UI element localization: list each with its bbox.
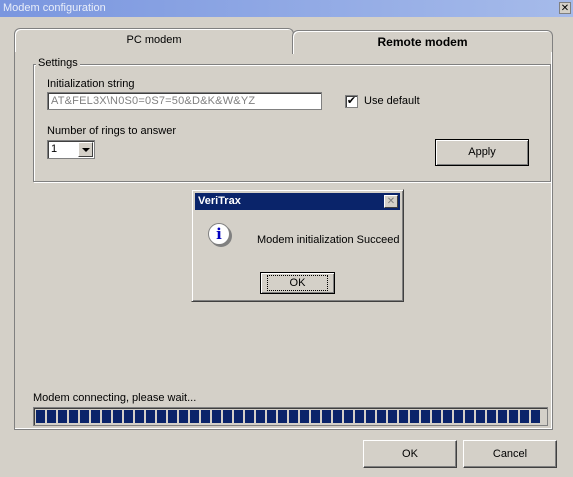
progress-block (102, 410, 111, 423)
dialog-message: Modem initialization Succeed (257, 234, 400, 246)
progress-block (135, 410, 144, 423)
progress-block (179, 410, 188, 423)
close-icon[interactable]: ✕ (559, 2, 571, 14)
progress-block (300, 410, 309, 423)
progress-block (487, 410, 496, 423)
progress-block (245, 410, 254, 423)
progress-block (157, 410, 166, 423)
progress-block (311, 410, 320, 423)
dialog-ok-button[interactable]: OK (260, 272, 335, 294)
use-default-label[interactable]: Use default (364, 95, 420, 107)
rings-select[interactable]: 1 (47, 140, 95, 159)
tab-remote-modem-label: Remote modem (377, 35, 468, 49)
progress-block (333, 410, 342, 423)
progress-block (58, 410, 67, 423)
dialog-titlebar[interactable]: VeriTrax ✕ (195, 193, 400, 210)
progress-block (399, 410, 408, 423)
progress-block (168, 410, 177, 423)
tab-pc-modem-label: PC modem (126, 34, 182, 46)
progress-block (146, 410, 155, 423)
progress-block (476, 410, 485, 423)
apply-button[interactable]: Apply (435, 139, 529, 166)
progress-block (388, 410, 397, 423)
progress-block (113, 410, 122, 423)
progress-block (256, 410, 265, 423)
progress-block (322, 410, 331, 423)
cancel-button[interactable]: Cancel (463, 440, 557, 468)
progress-block (498, 410, 507, 423)
init-string-label: Initialization string (47, 78, 135, 90)
status-text: Modem connecting, please wait... (33, 392, 197, 404)
ok-button[interactable]: OK (363, 440, 457, 468)
window-title: Modem configuration (3, 2, 106, 14)
window-titlebar[interactable]: Modem configuration ✕ (0, 0, 573, 17)
progress-block (36, 410, 45, 423)
progress-block (443, 410, 452, 423)
progress-block (223, 410, 232, 423)
progress-block (410, 410, 419, 423)
progress-block (344, 410, 353, 423)
progress-block (267, 410, 276, 423)
progress-block (377, 410, 386, 423)
progress-block (531, 410, 540, 423)
progress-block (520, 410, 529, 423)
progress-bar (33, 407, 548, 426)
progress-block (47, 410, 56, 423)
use-default-checkbox[interactable]: ✔ (345, 95, 358, 108)
progress-block (355, 410, 364, 423)
tab-pc-modem[interactable]: PC modem (14, 28, 294, 52)
tab-remote-modem[interactable]: Remote modem (292, 30, 553, 54)
rings-dropdown-button[interactable] (78, 142, 93, 157)
progress-fill (36, 410, 545, 423)
progress-block (432, 410, 441, 423)
progress-block (509, 410, 518, 423)
progress-block (201, 410, 210, 423)
veritrax-dialog: VeriTrax ✕ i Modem initialization Succee… (191, 189, 404, 302)
progress-block (421, 410, 430, 423)
progress-block (454, 410, 463, 423)
progress-block (69, 410, 78, 423)
info-icon: i (208, 223, 230, 245)
progress-block (366, 410, 375, 423)
settings-group-label: Settings (36, 57, 80, 69)
progress-block (212, 410, 221, 423)
rings-label: Number of rings to answer (47, 125, 176, 137)
progress-block (465, 410, 474, 423)
chevron-down-icon (82, 148, 90, 152)
dialog-close-icon[interactable]: ✕ (384, 195, 398, 208)
dialog-title: VeriTrax (198, 195, 241, 207)
progress-block (190, 410, 199, 423)
progress-block (278, 410, 287, 423)
progress-block (80, 410, 89, 423)
modem-config-window: Modem configuration ✕ PC modem Remote mo… (0, 0, 573, 477)
init-string-input[interactable]: AT&FEL3X\N0S0=0S7=50&D&K&W&YZ (47, 92, 322, 110)
progress-block (234, 410, 243, 423)
dialog-ok-label: OK (266, 275, 329, 291)
progress-block (91, 410, 100, 423)
rings-select-value: 1 (51, 143, 58, 155)
progress-block (124, 410, 133, 423)
progress-block (289, 410, 298, 423)
